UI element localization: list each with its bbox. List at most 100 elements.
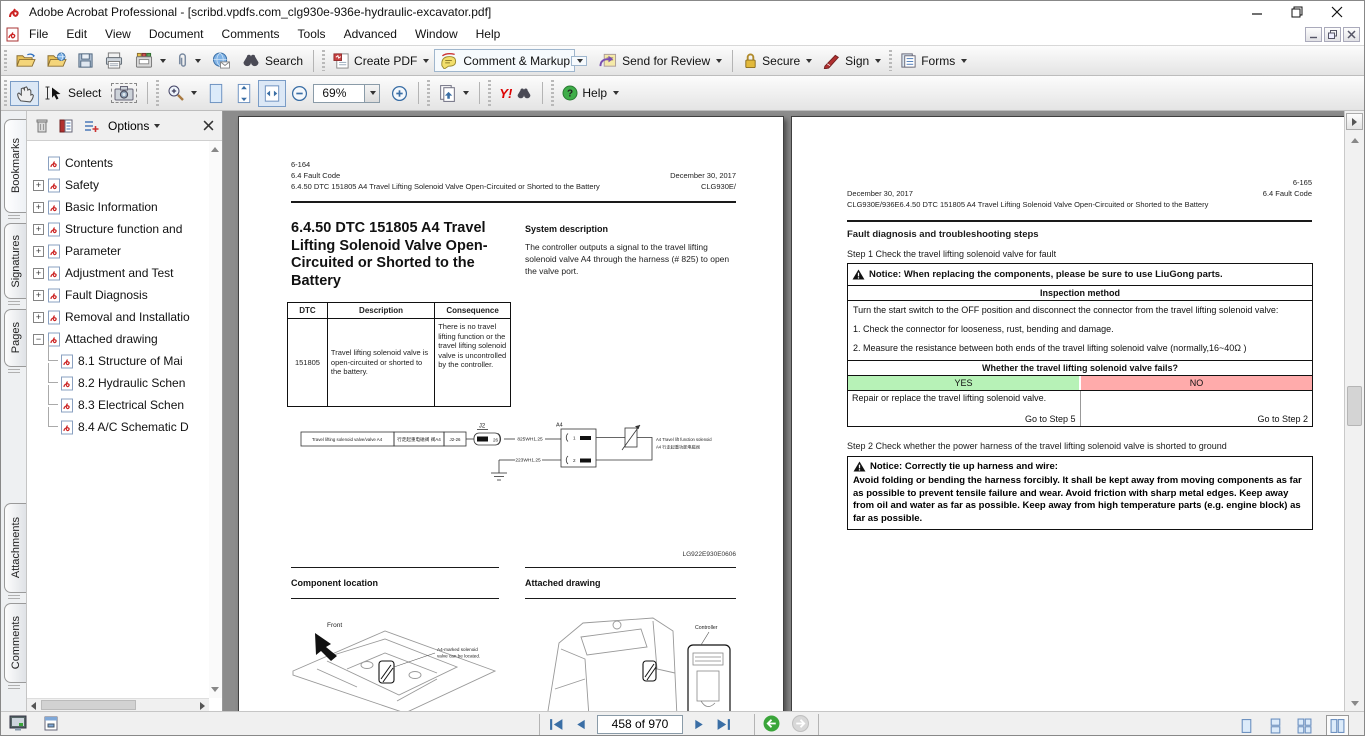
zoom-in-button[interactable] <box>386 82 413 105</box>
last-page-icon[interactable] <box>716 718 731 731</box>
tab-signatures[interactable]: Signatures <box>4 223 26 299</box>
collapse-minus-icon[interactable]: − <box>33 334 44 345</box>
bookmark-item-8-4[interactable]: 8.4 A/C Schematic D <box>43 417 189 437</box>
toolbar-grip[interactable] <box>322 50 325 71</box>
toolbar-grip[interactable] <box>4 80 7 106</box>
scrollbar-thumb[interactable] <box>41 700 136 710</box>
mdi-minimize-button[interactable] <box>1305 27 1322 42</box>
expand-plus-icon[interactable]: + <box>33 246 44 257</box>
bookmark-item-contents[interactable]: Contents <box>47 153 113 173</box>
scrollbar-thumb[interactable] <box>1347 386 1362 426</box>
bookmarks-vertical-scrollbar[interactable] <box>209 141 222 698</box>
menu-window[interactable]: Window <box>406 24 467 44</box>
create-pdf-button[interactable]: Create PDF <box>328 49 434 72</box>
expand-plus-icon[interactable]: + <box>33 202 44 213</box>
fit-width-button[interactable] <box>258 80 286 107</box>
document-pdf-icon[interactable] <box>5 27 20 42</box>
sign-button[interactable]: Sign <box>817 49 886 72</box>
menu-document[interactable]: Document <box>140 24 213 44</box>
bookmark-item-basic-information[interactable]: +Basic Information <box>33 197 158 217</box>
menu-comments[interactable]: Comments <box>213 24 289 44</box>
tab-bookmarks[interactable]: Bookmarks <box>4 119 26 213</box>
secure-button[interactable]: Secure <box>738 49 817 72</box>
tab-comments[interactable]: Comments <box>4 603 26 683</box>
expand-plus-icon[interactable]: + <box>33 224 44 235</box>
expand-panel-button[interactable] <box>1346 113 1363 130</box>
zoom-out-button[interactable] <box>286 82 313 105</box>
save-button[interactable] <box>72 49 99 72</box>
select-tool-button[interactable]: Select <box>39 82 106 104</box>
bookmarks-horizontal-scr ollbar[interactable] <box>27 698 209 711</box>
screen-mode-button[interactable] <box>9 715 27 732</box>
scroll-left-icon[interactable] <box>31 702 36 710</box>
bookmark-item-removal-installation[interactable]: +Removal and Installatio <box>33 307 190 327</box>
menu-advanced[interactable]: Advanced <box>335 24 406 44</box>
actual-size-button[interactable] <box>202 80 230 107</box>
scroll-up-icon[interactable] <box>1351 138 1359 143</box>
toolbar-grip[interactable] <box>889 50 892 71</box>
toolbar-grip[interactable] <box>488 80 491 106</box>
next-view-icon[interactable] <box>792 715 809 732</box>
new-bookmark-icon[interactable] <box>83 118 99 134</box>
bookmark-item-parameter[interactable]: +Parameter <box>33 241 121 261</box>
mdi-restore-button[interactable] <box>1324 27 1341 42</box>
facing-layout-icon[interactable] <box>1297 718 1312 734</box>
hand-tool-button[interactable] <box>10 81 39 106</box>
bookmark-item-8-2[interactable]: 8.2 Hydraulic Schen <box>43 373 185 393</box>
next-page-icon[interactable] <box>693 718 706 731</box>
scroll-down-icon[interactable] <box>1351 701 1359 706</box>
yahoo-search-button[interactable]: Y! <box>494 83 537 104</box>
bookmark-item-8-1[interactable]: 8.1 Structure of Mai <box>43 351 183 371</box>
email-button[interactable] <box>206 49 236 72</box>
continuous-layout-icon[interactable] <box>1268 718 1283 734</box>
forms-button[interactable]: Forms <box>895 49 972 72</box>
expand-plus-icon[interactable]: + <box>33 180 44 191</box>
tab-pages[interactable]: Pages <box>4 309 26 367</box>
open-web-button[interactable] <box>41 49 72 72</box>
document-area[interactable]: 6-164 6.4 Fault CodeDecember 30, 2017 6.… <box>223 111 1344 711</box>
bookmark-item-8-3[interactable]: 8.3 Electrical Schen <box>43 395 184 415</box>
single-page-layout-icon[interactable] <box>1239 718 1254 734</box>
scroll-right-icon[interactable] <box>200 702 205 710</box>
zoom-level-field[interactable]: 69% <box>313 84 365 103</box>
bookmark-item-fault-diagnosis[interactable]: +Fault Diagnosis <box>33 285 148 305</box>
restore-button[interactable] <box>1290 5 1304 19</box>
toolbar-grip[interactable] <box>156 80 159 106</box>
minimize-button[interactable] <box>1250 5 1264 19</box>
options-menu[interactable]: Options <box>108 119 160 133</box>
scroll-down-icon[interactable] <box>211 687 219 692</box>
page-display-button[interactable] <box>433 81 474 106</box>
fit-page-button[interactable] <box>230 80 258 107</box>
mdi-close-button[interactable] <box>1343 27 1360 42</box>
scroll-up-icon[interactable] <box>211 147 219 152</box>
zoom-tool-button[interactable] <box>162 81 202 105</box>
toolbar-grip[interactable] <box>551 80 554 106</box>
tab-attachments[interactable]: Attachments <box>4 503 26 593</box>
help-button[interactable]: ?Help <box>557 82 624 104</box>
first-page-icon[interactable] <box>549 718 564 731</box>
close-button[interactable] <box>1330 5 1344 19</box>
comment-markup-dropdown[interactable] <box>571 56 587 66</box>
toolbar-tray-button[interactable] <box>43 715 59 732</box>
menu-view[interactable]: View <box>96 24 140 44</box>
open-button[interactable] <box>10 49 41 72</box>
snapshot-button[interactable] <box>106 80 142 106</box>
bookmark-item-structure-function[interactable]: +Structure function and <box>33 219 182 239</box>
toolbar-grip[interactable] <box>427 80 430 106</box>
close-panel-icon[interactable] <box>203 120 214 131</box>
document-vertical-scrollbar[interactable] <box>1344 111 1364 711</box>
previous-page-icon[interactable] <box>574 718 587 731</box>
menu-edit[interactable]: Edit <box>57 24 96 44</box>
expand-plus-icon[interactable]: + <box>33 268 44 279</box>
expand-plus-icon[interactable]: + <box>33 290 44 301</box>
previous-view-icon[interactable] <box>763 715 780 732</box>
attach-button[interactable] <box>171 49 206 72</box>
organizer-button[interactable] <box>129 49 171 72</box>
bookmark-item-adjustment-test[interactable]: +Adjustment and Test <box>33 263 174 283</box>
toolbar-grip[interactable] <box>4 50 7 71</box>
menu-help[interactable]: Help <box>467 24 510 44</box>
comment-markup-button[interactable]: Comment & Markup <box>434 49 575 72</box>
send-for-review-button[interactable]: Send for Review <box>593 49 727 72</box>
search-button[interactable]: Search <box>236 50 308 71</box>
print-button[interactable] <box>99 49 129 72</box>
